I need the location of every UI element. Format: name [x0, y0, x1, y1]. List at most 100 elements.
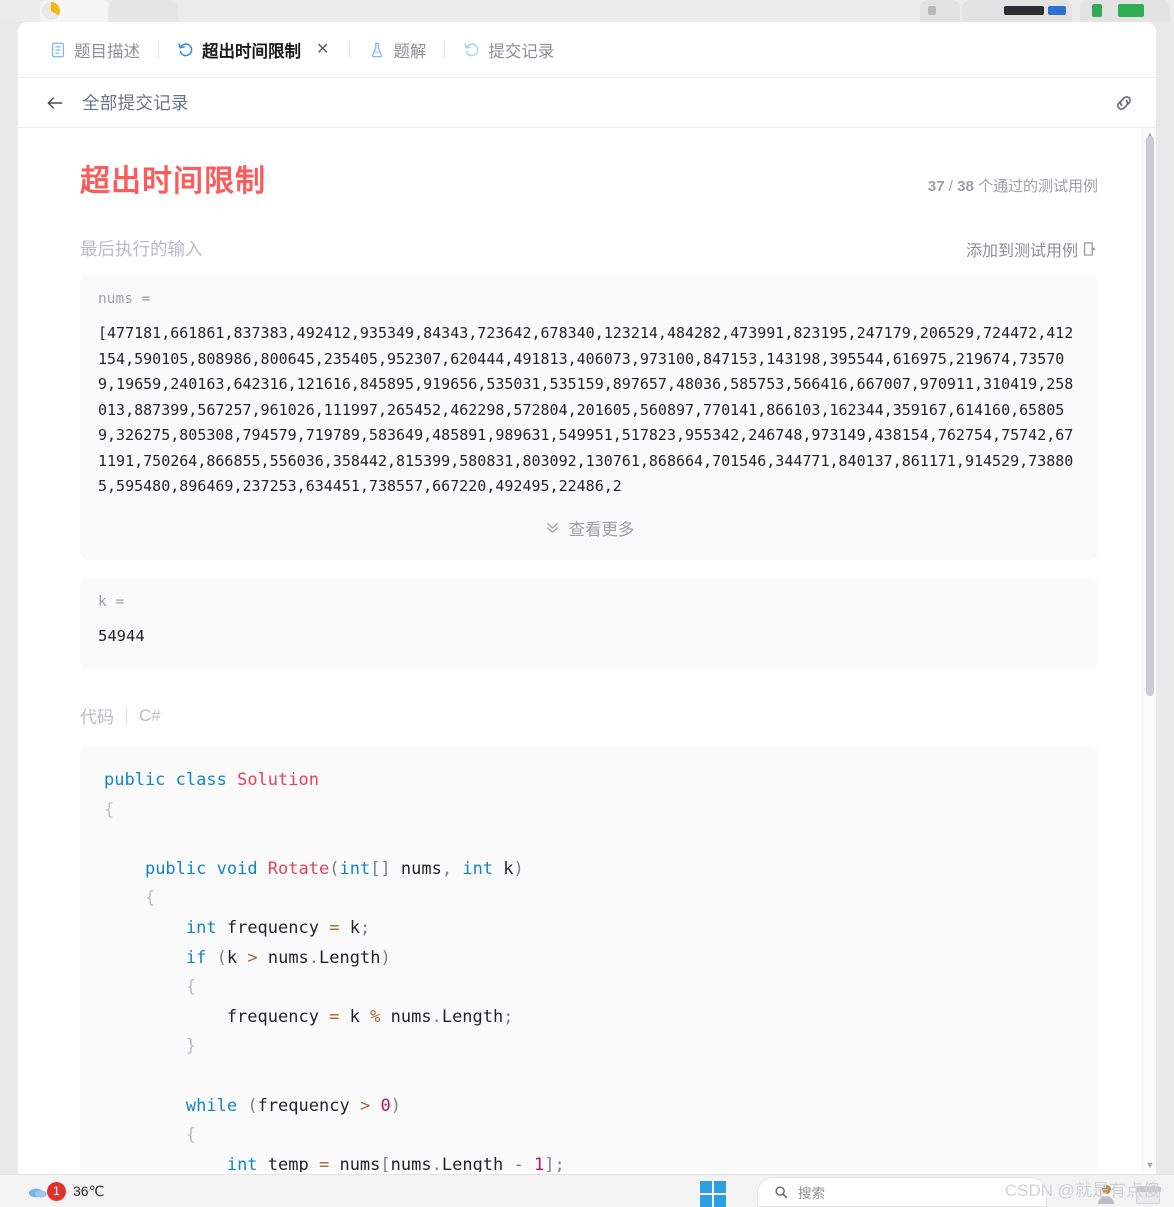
- code-token: {: [104, 977, 197, 998]
- last-input-header: 最后执行的输入 添加到测试用例: [80, 236, 1098, 261]
- code-token: {: [104, 888, 156, 909]
- code-language: C#: [139, 705, 161, 725]
- notification-badge: 1: [47, 1181, 66, 1201]
- code-line: if (k > nums.Length): [104, 944, 1074, 974]
- code-line: {: [104, 796, 1074, 826]
- code-token: nums: [390, 858, 442, 879]
- testcase-summary: 37 / 38 个通过的测试用例: [928, 175, 1098, 196]
- code-token: =: [318, 1154, 330, 1172]
- code-token: temp: [257, 1154, 319, 1172]
- input-panel-nums: nums = [477181,661861,837383,492412,9353…: [80, 275, 1098, 560]
- code-token: (: [329, 858, 340, 879]
- windows-start-icon[interactable]: [700, 1181, 726, 1207]
- code-line: public class Solution: [104, 766, 1074, 796]
- code-token: frequency: [104, 1006, 330, 1027]
- browser-tab-2[interactable]: [108, 0, 178, 22]
- input-panel-k: k = 54944: [80, 577, 1098, 669]
- code-token: -: [513, 1154, 524, 1172]
- browser-chrome-strip: [0, 0, 1174, 22]
- code-line: {: [104, 1121, 1074, 1151]
- code-line: {: [104, 884, 1074, 914]
- taskbar-search-box[interactable]: 搜索: [757, 1177, 1047, 1207]
- code-token: >: [359, 1095, 371, 1116]
- code-token: []: [370, 858, 391, 879]
- code-label: 代码: [80, 708, 114, 727]
- code-token: int: [185, 917, 217, 938]
- tab-divider: [349, 41, 351, 58]
- tab-divider: [444, 41, 446, 58]
- code-token: [: [380, 1154, 391, 1172]
- tab-bar: 题目描述 超出时间限制 ✕ 题解 提交记录: [18, 22, 1156, 78]
- code-token: int: [339, 858, 371, 879]
- verdict-row: 超出时间限制 37 / 38 个通过的测试用例: [80, 156, 1098, 200]
- code-token: >: [247, 947, 258, 968]
- code-token: ): [380, 947, 391, 968]
- input-field-name: k =: [98, 593, 125, 610]
- input-field-value: [477181,661861,837383,492412,935349,8434…: [98, 324, 1074, 495]
- code-token: ;: [503, 1006, 514, 1027]
- code-token: Length: [441, 1154, 514, 1172]
- see-more-button[interactable]: 查看更多: [98, 516, 1080, 550]
- testcases-passed: 37: [927, 178, 945, 195]
- code-line: frequency = k % nums.Length;: [104, 1003, 1074, 1033]
- code-token: (: [247, 1095, 258, 1116]
- code-token: k: [339, 917, 360, 938]
- code-token: nums: [257, 947, 309, 968]
- code-token: %: [370, 1006, 381, 1027]
- tab-close-icon[interactable]: ✕: [314, 41, 331, 58]
- tab-time-limit-exceeded[interactable]: 超出时间限制 ✕: [168, 32, 340, 68]
- code-token: ): [513, 858, 524, 879]
- link-icon[interactable]: [1112, 91, 1136, 115]
- code-token: frequency: [257, 1095, 360, 1116]
- code-line: {: [104, 973, 1074, 1003]
- input-field-name: nums =: [98, 291, 151, 307]
- code-token: int: [226, 1154, 258, 1172]
- tab-divider: [158, 41, 159, 58]
- code-header-divider: [126, 707, 127, 724]
- code-token: k: [493, 858, 514, 879]
- vertical-scrollbar[interactable]: ▲ ▼: [1142, 128, 1156, 1172]
- search-icon: [774, 1185, 788, 1199]
- tab-problem-description[interactable]: 题目描述: [40, 32, 149, 68]
- code-token: =: [329, 1006, 340, 1027]
- history-icon: [177, 41, 195, 59]
- code-token: =: [329, 917, 340, 938]
- code-line: public void Rotate(int[] nums, int k): [104, 855, 1074, 885]
- back-arrow-icon[interactable]: [44, 92, 66, 114]
- code-token: frequency: [216, 917, 330, 938]
- tab-label: 题目描述: [74, 42, 140, 61]
- code-token: void: [216, 858, 268, 879]
- testcases-total: 38: [957, 178, 974, 195]
- browser-toolbar-slot-1[interactable]: [920, 0, 960, 22]
- add-to-testcase-button[interactable]: 添加到测试用例: [966, 237, 1098, 261]
- sub-header: 全部提交记录: [18, 78, 1156, 128]
- scroll-down-icon[interactable]: ▼: [1143, 1158, 1156, 1172]
- code-token: nums: [390, 1154, 432, 1172]
- tab-label: 题解: [393, 42, 427, 61]
- tab-solutions[interactable]: 题解: [359, 32, 435, 68]
- source-code-block[interactable]: public class Solution { public void Rotat…: [80, 746, 1098, 1172]
- tab-submission-records[interactable]: 提交记录: [454, 32, 563, 68]
- code-token: int: [462, 858, 494, 879]
- code-token: .: [431, 1154, 442, 1172]
- code-token: while: [185, 1095, 238, 1116]
- testcases-suffix: 个通过的测试用例: [977, 178, 1098, 195]
- chrome-logo-icon: [42, 2, 60, 20]
- code-token: Length: [319, 947, 381, 968]
- code-line: int frequency = k;: [104, 914, 1074, 944]
- history-icon: [463, 41, 481, 59]
- toolbar-decor-1: [928, 6, 936, 15]
- weather-widget[interactable]: 1 36℃: [28, 1181, 104, 1201]
- code-token: public: [144, 858, 217, 879]
- code-token: Rotate: [267, 858, 330, 879]
- scrollbar-thumb[interactable]: [1146, 136, 1154, 696]
